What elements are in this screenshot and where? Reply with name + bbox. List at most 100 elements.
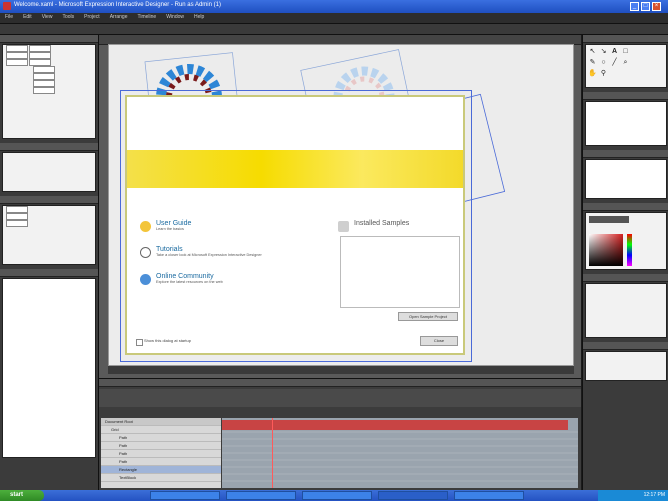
menu-edit[interactable]: Edit xyxy=(18,13,37,21)
property-row xyxy=(3,80,95,87)
taskbar-item[interactable] xyxy=(302,491,372,500)
property-input[interactable] xyxy=(33,66,55,73)
menu-timeline[interactable]: Timeline xyxy=(132,13,161,21)
project-panel-header[interactable] xyxy=(583,92,668,100)
appearance-panel-header[interactable] xyxy=(0,35,98,43)
library-panel-header[interactable] xyxy=(0,269,98,277)
start-button[interactable]: start xyxy=(0,490,44,501)
playhead[interactable] xyxy=(272,418,273,488)
color-picker[interactable] xyxy=(587,214,663,268)
samples-list[interactable] xyxy=(340,236,460,308)
user-guide-link[interactable]: User Guide Learn the basics xyxy=(156,220,191,231)
color-panel-header[interactable] xyxy=(583,203,668,211)
layer-row[interactable]: Path xyxy=(101,450,221,458)
brushes-panel xyxy=(585,351,667,381)
resources-panel-header[interactable] xyxy=(0,143,98,151)
menu-tools[interactable]: Tools xyxy=(57,13,79,21)
book-icon xyxy=(140,221,151,232)
property-row xyxy=(3,206,95,213)
pen-tool-icon[interactable]: ✎ xyxy=(588,58,597,67)
user-guide-description: Learn the basics xyxy=(156,227,184,231)
close-button[interactable]: × xyxy=(652,2,661,11)
tutorial-icon xyxy=(140,247,151,258)
property-input[interactable] xyxy=(6,59,28,66)
layout-panel xyxy=(2,205,96,265)
online-community-link[interactable]: Online Community Explore the latest resou… xyxy=(156,273,223,284)
resources-panel xyxy=(2,152,96,192)
property-input[interactable] xyxy=(6,45,28,52)
direct-select-tool-icon[interactable]: ↘ xyxy=(599,47,608,56)
property-row xyxy=(3,73,95,80)
property-input[interactable] xyxy=(29,59,52,66)
property-input[interactable] xyxy=(6,52,28,59)
system-tray: 12:17 PM xyxy=(598,490,668,501)
installed-samples-label: Installed Samples xyxy=(354,220,410,227)
title-bar: Welcome.xaml - Microsoft Expression Inte… xyxy=(0,0,668,13)
appearance-panel xyxy=(2,44,96,139)
property-row xyxy=(3,87,95,94)
property-input[interactable] xyxy=(33,87,55,94)
property-input[interactable] xyxy=(6,220,28,227)
layers-tree: Document Root Grid Path Path Path Path R… xyxy=(101,418,221,488)
tools-panel: ↖ ↘ A □ ✎ ○ ╱ ⌕ ✋ ⚲ xyxy=(585,44,667,88)
taskbar-item[interactable] xyxy=(226,491,296,500)
properties-panel-header[interactable] xyxy=(583,150,668,158)
eyedropper-tool-icon[interactable]: ⚲ xyxy=(599,69,608,78)
online-community-description: Explore the latest resources on the web xyxy=(156,280,223,284)
document-tab-strip xyxy=(0,24,668,35)
online-community-label: Online Community xyxy=(156,273,214,280)
installed-samples-link[interactable]: Installed Samples xyxy=(354,220,409,227)
ellipse-tool-icon[interactable]: ○ xyxy=(599,58,608,67)
property-input[interactable] xyxy=(33,73,55,80)
property-input[interactable] xyxy=(6,206,28,213)
pan-tool-icon[interactable]: ✋ xyxy=(588,69,597,78)
maximize-button[interactable]: □ xyxy=(641,2,650,11)
line-tool-icon[interactable]: ╱ xyxy=(610,58,619,67)
layer-row[interactable]: Path xyxy=(101,442,221,450)
globe-icon xyxy=(140,274,151,285)
selection-tool-icon[interactable]: ↖ xyxy=(588,47,597,56)
left-panels xyxy=(0,35,99,490)
windows-taskbar: start 12:17 PM xyxy=(0,490,668,501)
layer-row-selected[interactable]: Rectangle xyxy=(101,466,221,474)
menu-help[interactable]: Help xyxy=(189,13,209,21)
menu-window[interactable]: Window xyxy=(161,13,189,21)
layer-row[interactable]: Document Root xyxy=(101,418,221,426)
brushes-panel-header[interactable] xyxy=(583,342,668,350)
layout-panel-header[interactable] xyxy=(0,196,98,204)
minimize-button[interactable]: _ xyxy=(630,2,639,11)
menu-file[interactable]: File xyxy=(0,13,18,21)
open-sample-button[interactable]: Open Sample Project xyxy=(398,312,458,321)
property-row xyxy=(3,59,95,66)
text-tool-icon[interactable]: A xyxy=(610,47,619,56)
property-input[interactable] xyxy=(33,80,55,87)
layer-row[interactable]: Path xyxy=(101,458,221,466)
taskbar-item-active[interactable] xyxy=(378,491,448,500)
folder-icon xyxy=(338,221,349,232)
property-input[interactable] xyxy=(6,213,28,220)
dialog-close-button[interactable]: Close xyxy=(420,336,458,346)
transform-panel-header[interactable] xyxy=(583,274,668,282)
properties-list[interactable] xyxy=(585,159,667,199)
taskbar-item[interactable] xyxy=(454,491,524,500)
menu-view[interactable]: View xyxy=(37,13,58,21)
menu-project[interactable]: Project xyxy=(79,13,105,21)
startup-checkbox[interactable] xyxy=(136,339,143,346)
horizontal-scrollbar[interactable] xyxy=(108,366,574,374)
property-input[interactable] xyxy=(29,45,52,52)
layer-row[interactable]: Path xyxy=(101,434,221,442)
tutorials-link[interactable]: Tutorials Take a closer look at Microsoft… xyxy=(156,246,262,257)
taskbar-item[interactable] xyxy=(150,491,220,500)
right-panels: ↖ ↘ A □ ✎ ○ ╱ ⌕ ✋ ⚲ xyxy=(582,35,668,490)
zoom-tool-icon[interactable]: ⌕ xyxy=(621,58,630,67)
property-input[interactable] xyxy=(29,52,52,59)
layer-row[interactable]: Grid xyxy=(101,426,221,434)
property-row xyxy=(3,66,95,73)
layer-row[interactable]: TextBlock xyxy=(101,474,221,482)
library-list[interactable] xyxy=(2,278,96,458)
timeline-ruler[interactable] xyxy=(222,420,568,430)
project-panel[interactable] xyxy=(585,101,667,146)
menu-arrange[interactable]: Arrange xyxy=(105,13,133,21)
property-row xyxy=(3,213,95,220)
rectangle-tool-icon[interactable]: □ xyxy=(621,47,630,56)
